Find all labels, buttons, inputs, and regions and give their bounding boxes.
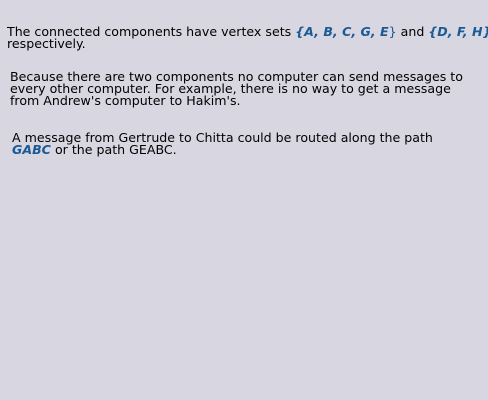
vertex-set-1-close: }: [388, 24, 397, 39]
vertex-set-2: {D, F, H}: [428, 24, 488, 39]
two-components-paragraph: Because there are two components no comp…: [10, 70, 463, 108]
two-components-line-3: from Andrew's computer to Hakim's.: [10, 93, 241, 108]
vertex-set-1-text: {A, B, C, G, E: [295, 24, 389, 39]
respectively-text: respectively.: [7, 36, 86, 51]
path-gabc: GABC: [12, 142, 51, 157]
components-paragraph: The connected components have vertex set…: [7, 24, 488, 51]
route-paragraph: A message from Gertrude to Chitta could …: [12, 131, 433, 157]
and-text: and: [396, 24, 429, 39]
vertex-set-1: {A, B, C, G, E}: [295, 24, 396, 39]
route-line-2-rest: or the path GEABC.: [50, 142, 177, 157]
